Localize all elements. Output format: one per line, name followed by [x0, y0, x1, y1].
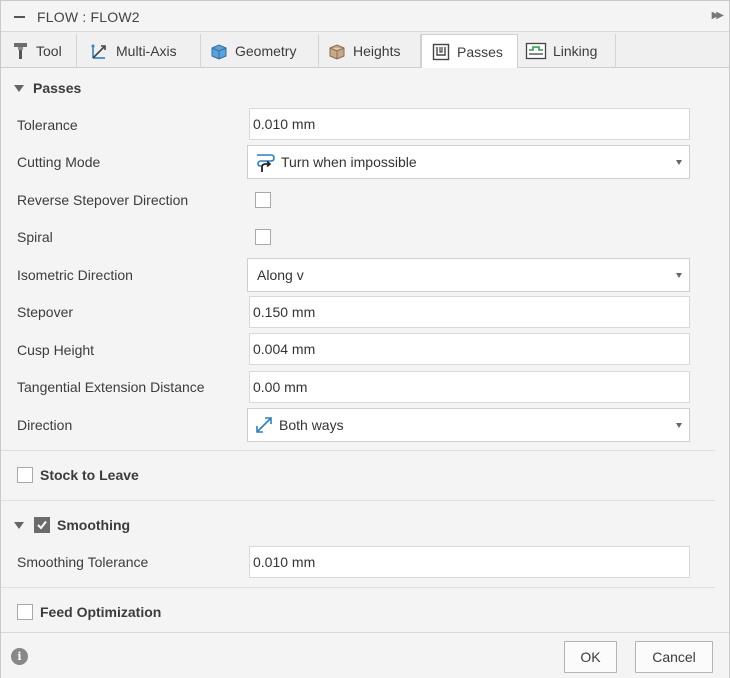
geometry-icon	[209, 41, 229, 61]
cutting-mode-select[interactable]: Turn when impossible	[247, 145, 690, 179]
turn-when-impossible-icon	[253, 151, 277, 173]
direction-select[interactable]: Both ways	[247, 408, 690, 442]
smoothing-tolerance-input[interactable]: 0.010 mm	[249, 546, 690, 578]
isometric-direction-label: Isometric Direction	[17, 267, 133, 283]
stock-to-leave-checkbox[interactable]	[17, 467, 33, 483]
both-ways-icon	[254, 415, 274, 435]
tab-linking-label: Linking	[553, 43, 598, 59]
tab-geometry-label: Geometry	[235, 43, 297, 59]
chevron-down-icon	[676, 160, 682, 165]
collapse-triangle-icon[interactable]	[14, 521, 24, 529]
linking-icon	[525, 41, 547, 61]
smoothing-label: Smoothing	[57, 517, 131, 533]
tolerance-label: Tolerance	[17, 117, 78, 133]
divider	[1, 587, 715, 588]
passes-group-title: Passes	[33, 80, 82, 96]
tab-tool[interactable]: Tool	[1, 34, 77, 68]
feed-optimization-checkbox[interactable]	[17, 604, 33, 620]
cutting-mode-value: Turn when impossible	[281, 154, 417, 170]
stepover-label: Stepover	[17, 304, 74, 320]
tab-heights[interactable]: Heights	[319, 34, 421, 68]
tool-icon	[12, 42, 30, 60]
title-bar[interactable]: FLOW : FLOW2 ▶▶	[1, 1, 729, 32]
cutting-mode-label: Cutting Mode	[17, 154, 101, 170]
feed-optimization-group[interactable]: Feed Optimization	[17, 604, 161, 620]
stock-to-leave-label: Stock to Leave	[40, 467, 139, 483]
tab-passes[interactable]: Passes	[421, 34, 518, 69]
stepover-input[interactable]: 0.150 mm	[249, 296, 690, 328]
dialog-footer: i OK Cancel	[1, 632, 729, 678]
tab-passes-label: Passes	[457, 43, 503, 60]
collapse-triangle-icon[interactable]	[14, 84, 24, 92]
cancel-button[interactable]: Cancel	[635, 641, 713, 673]
heights-icon	[327, 41, 347, 61]
tab-bar: Tool Multi-Axis Geometry Heights Passes …	[1, 32, 729, 69]
stock-to-leave-group[interactable]: Stock to Leave	[17, 467, 139, 483]
direction-label: Direction	[17, 417, 73, 433]
cusp-height-label: Cusp Height	[17, 342, 95, 358]
spiral-label: Spiral	[17, 229, 53, 245]
passes-panel: Passes Tolerance 0.010 mm Cutting Mode T…	[1, 68, 729, 631]
passes-icon	[431, 42, 451, 62]
tab-heights-label: Heights	[353, 43, 401, 59]
tangential-extension-input[interactable]: 0.00 mm	[249, 371, 690, 403]
divider	[1, 500, 715, 501]
multi-axis-icon	[90, 41, 110, 61]
reverse-stepover-checkbox[interactable]	[255, 192, 271, 208]
passes-group-header[interactable]: Passes	[14, 80, 81, 96]
expand-arrows-icon[interactable]: ▶▶	[712, 10, 725, 21]
smoothing-checkbox[interactable]	[34, 517, 50, 533]
spiral-checkbox[interactable]	[255, 229, 271, 245]
chevron-down-icon	[676, 423, 682, 428]
info-icon[interactable]: i	[11, 648, 28, 665]
tolerance-input[interactable]: 0.010 mm	[249, 108, 690, 140]
feed-optimization-label: Feed Optimization	[40, 604, 162, 620]
isometric-direction-select[interactable]: Along v	[247, 258, 690, 292]
smoothing-group-header[interactable]: Smoothing	[14, 517, 130, 533]
cusp-height-input[interactable]: 0.004 mm	[249, 333, 690, 365]
flow-dialog: FLOW : FLOW2 ▶▶ Tool Multi-Axis Geometry…	[0, 0, 730, 678]
tab-multi-axis[interactable]: Multi-Axis	[77, 34, 201, 68]
direction-value: Both ways	[279, 417, 344, 433]
collapse-icon[interactable]	[14, 16, 25, 18]
tab-linking[interactable]: Linking	[518, 34, 616, 68]
tab-multi-axis-label: Multi-Axis	[116, 43, 177, 59]
tangential-extension-label: Tangential Extension Distance	[17, 379, 205, 395]
divider	[1, 450, 715, 451]
ok-button[interactable]: OK	[564, 641, 617, 673]
tab-tool-label: Tool	[36, 43, 62, 59]
tab-geometry[interactable]: Geometry	[201, 34, 319, 68]
isometric-direction-value: Along v	[257, 267, 304, 283]
window-title: FLOW : FLOW2	[37, 9, 140, 25]
reverse-stepover-label: Reverse Stepover Direction	[17, 192, 189, 208]
chevron-down-icon	[676, 273, 682, 278]
smoothing-tolerance-label: Smoothing Tolerance	[17, 554, 149, 570]
checkmark-icon	[37, 520, 47, 530]
